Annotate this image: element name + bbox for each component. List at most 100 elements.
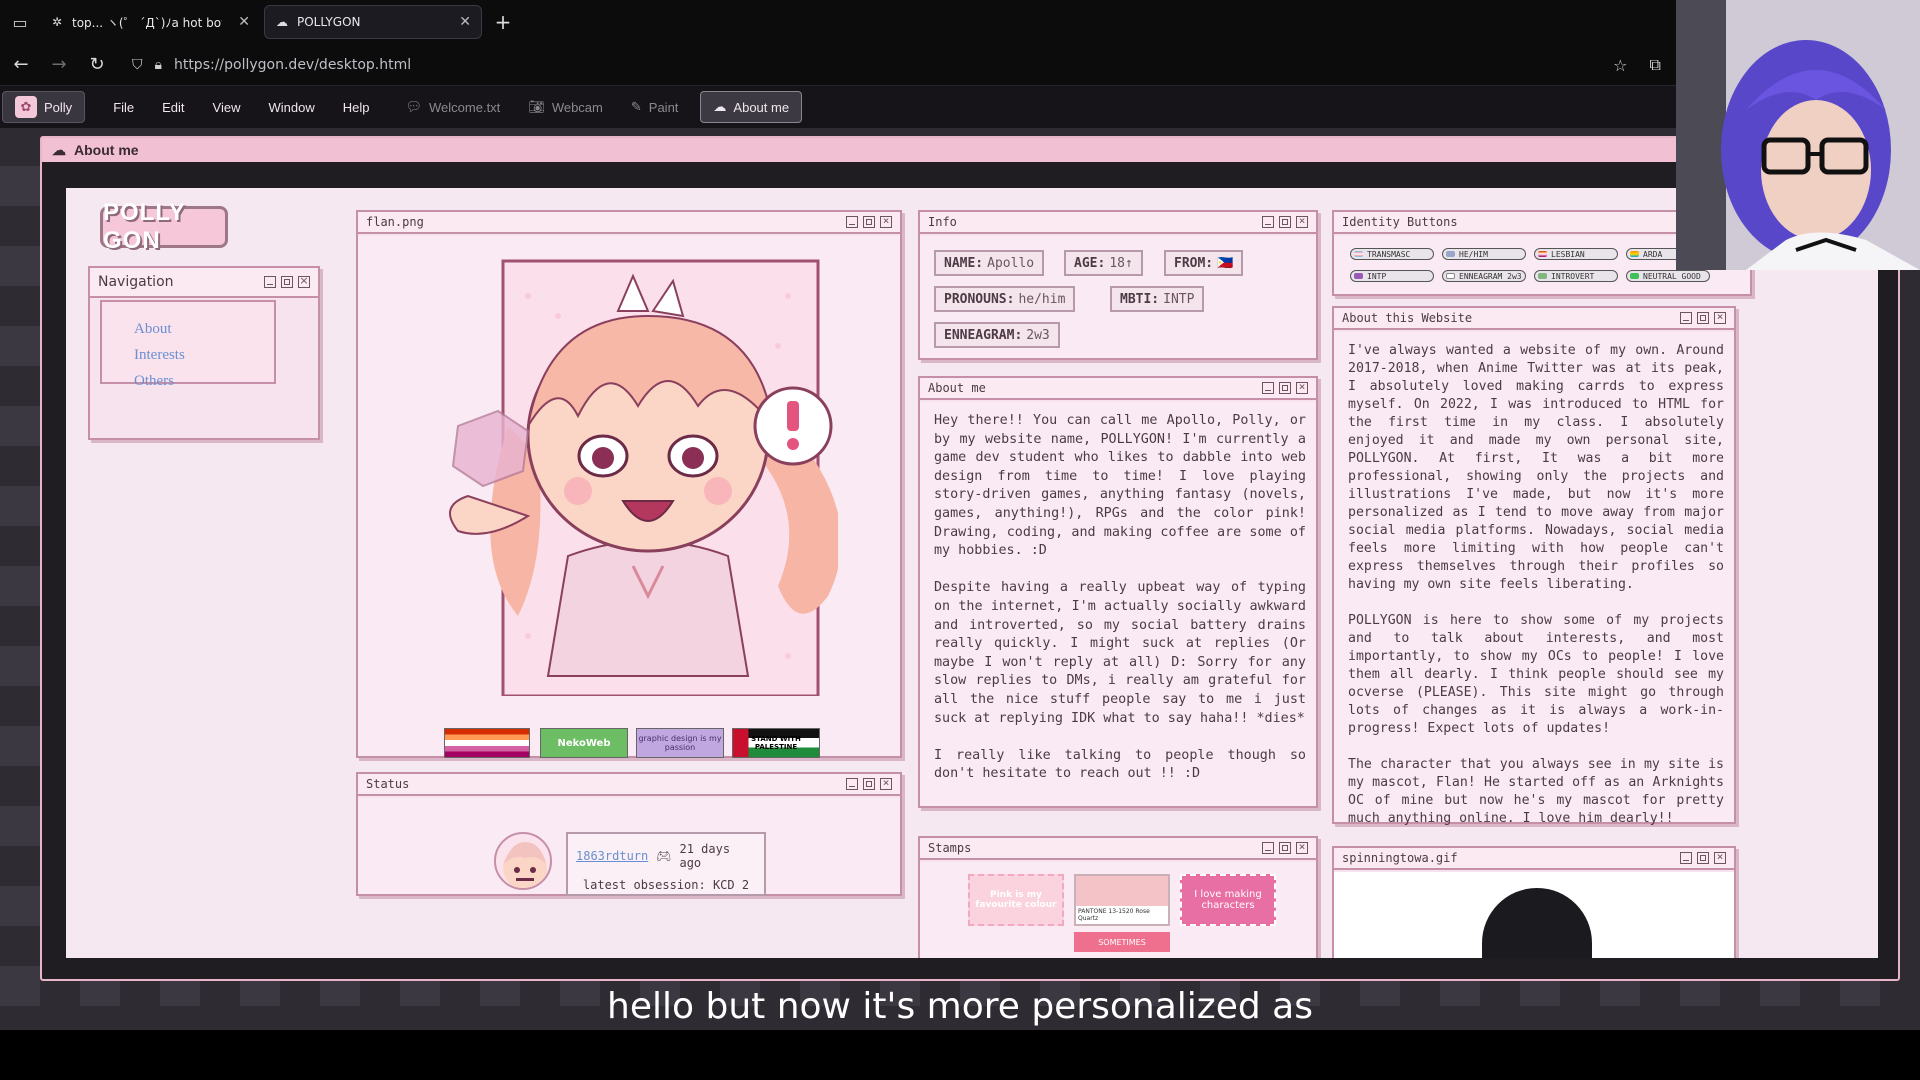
window-title: About me [74,142,139,158]
minimize-icon[interactable] [846,778,858,790]
taskbar-webcam-button[interactable]: 📷︎ Webcam [516,91,615,123]
letterbox-bar [0,1030,1920,1080]
shield-icon[interactable]: ⛉ [132,57,143,73]
forward-icon[interactable]: → [42,48,76,82]
status-title: Status [366,777,410,791]
tab-overview-icon[interactable]: ▭ [0,0,40,44]
reload-icon[interactable]: ↻ [80,48,114,82]
palestine-badge[interactable]: STAND WITH PALESTINE [732,728,820,758]
stamp-sometimes[interactable]: SOMETIMES [1074,932,1170,952]
minimize-icon[interactable] [1262,842,1274,854]
info-from-pill: FROM: 🇵🇭 [1164,250,1244,276]
identity-button[interactable]: INTROVERT [1534,270,1618,282]
url-text[interactable]: https://pollygon.dev/desktop.html [174,57,411,73]
close-icon[interactable] [880,214,892,228]
maximize-icon[interactable] [1279,382,1291,394]
navigation-title: Navigation [98,274,174,290]
bookmark-star-icon[interactable]: ☆ [1613,56,1627,75]
status-user-link[interactable]: 1863rdturn [576,849,648,863]
info-titlebar: Info [920,212,1316,234]
back-icon[interactable]: ← [4,48,38,82]
tab-close-icon[interactable]: ✕ [459,14,471,30]
identity-button[interactable]: NEUTRAL GOOD [1626,270,1710,282]
close-icon[interactable] [298,274,310,288]
identity-button[interactable]: INTP [1350,270,1434,282]
identity-button[interactable]: ENNEAGRAM 2w3 [1442,270,1526,282]
maximize-icon[interactable] [1279,216,1291,228]
minimize-icon[interactable] [1262,382,1274,394]
close-icon[interactable] [1714,310,1726,324]
flan-titlebar: flan.png [358,212,900,234]
navigation-titlebar: Navigation [90,268,318,298]
about-me-title: About me [928,381,986,395]
about-me-text-window: About me Hey there!! You can call me Apo… [918,376,1318,808]
new-tab-icon[interactable]: + [486,5,520,39]
menu-edit[interactable]: Edit [150,91,196,123]
menu-file[interactable]: File [101,91,146,123]
flan-mascot-illustration [449,256,838,696]
identity-button-label: TRANSMASC [1367,249,1411,259]
nav-link-others[interactable]: Others [134,368,274,394]
taskbar-paint-button[interactable]: ✎ Paint [619,91,691,123]
close-icon[interactable] [1714,850,1726,864]
menu-window[interactable]: Window [257,91,327,123]
about-website-window: About this Website I've always wanted a … [1332,306,1736,826]
maximize-icon[interactable] [1279,842,1291,854]
maximize-icon[interactable] [1697,852,1709,864]
stamp-pink-favourite[interactable]: Pink is my favourite colour [968,874,1064,926]
close-icon[interactable] [1296,840,1308,854]
extensions-icon[interactable]: ⧉ [1649,55,1660,75]
stamps-title: Stamps [928,841,972,855]
identity-button[interactable]: TRANSMASC [1350,248,1434,260]
menu-view[interactable]: View [201,91,253,123]
polly-logo-icon: ✿ [15,96,37,118]
nav-link-interests[interactable]: Interests [134,342,274,368]
about-website-titlebar: About this Website [1334,308,1734,330]
minimize-icon[interactable] [846,216,858,228]
stamp-love-making-characters[interactable]: I love making characters [1180,874,1276,926]
cloud-icon: ☁ [52,141,66,158]
polly-start-button[interactable]: ✿ Polly [2,91,86,123]
lock-icon[interactable]: 🔒︎ [155,57,162,73]
identity-button[interactable]: LESBIAN [1534,248,1618,260]
taskbar-welcome-button[interactable]: 💬︎ Welcome.txt [394,91,513,123]
camera-icon: 📷︎ [528,99,545,114]
browser-tab[interactable]: ✲ top... ヽ(゜ ´Д`)ﾉa hot bowl ✕ [40,5,260,39]
tab-close-icon[interactable]: ✕ [238,14,250,30]
about-me-titlebar: About me [920,378,1316,400]
flan-title: flan.png [366,215,424,229]
taskbar-about-label: About me [733,99,790,115]
taskbar-about-button[interactable]: ☁ About me [700,91,803,123]
menu-help[interactable]: Help [331,91,382,123]
nekoweb-badge[interactable]: NekoWeb [540,728,628,758]
identity-button[interactable]: HE/HIM [1442,248,1526,260]
info-name: Apollo [987,255,1035,271]
close-icon[interactable] [880,776,892,790]
graphic-design-badge[interactable]: graphic design is my passion [636,728,724,758]
site-logo[interactable]: POLLY GON [100,199,228,254]
browser-tab-bar: ▭ ✲ top... ヽ(゜ ´Д`)ﾉa hot bowl ✕ ☁ POLLY… [0,0,1920,44]
minimize-icon[interactable] [264,276,276,288]
maximize-icon[interactable] [281,276,293,288]
minimize-icon[interactable] [1680,312,1692,324]
about-me-window-titlebar[interactable]: ☁ About me [42,138,1898,162]
maximize-icon[interactable] [1697,312,1709,324]
navigation-links: About Interests Others [100,300,276,389]
maximize-icon[interactable] [863,778,875,790]
stamp-pantone-rose-quartz[interactable]: PANTONE 13-1520 Rose Quartz [1074,874,1170,926]
identity-button-label: ENNEAGRAM 2w3 [1459,271,1522,281]
minimize-icon[interactable] [1262,216,1274,228]
nav-link-about[interactable]: About [134,316,274,342]
pride-flag-badge[interactable] [444,728,530,758]
minimize-icon[interactable] [1680,852,1692,864]
status-body: 1863rdturn 🎮︎ 21 days ago latest obsessi… [358,798,900,896]
status-obsession: latest obsession: KCD 2 [582,878,750,892]
maximize-icon[interactable] [863,216,875,228]
close-icon[interactable] [1296,214,1308,228]
browser-tab-active[interactable]: ☁ POLLYGON ✕ [264,5,482,39]
gamepad-icon: 🎮︎ [656,849,672,863]
avatar [494,832,552,890]
info-mbti: INTP [1163,291,1195,307]
address-bar[interactable]: ⛉ 🔒︎ https://pollygon.dev/desktop.html [132,57,411,73]
close-icon[interactable] [1296,380,1308,394]
